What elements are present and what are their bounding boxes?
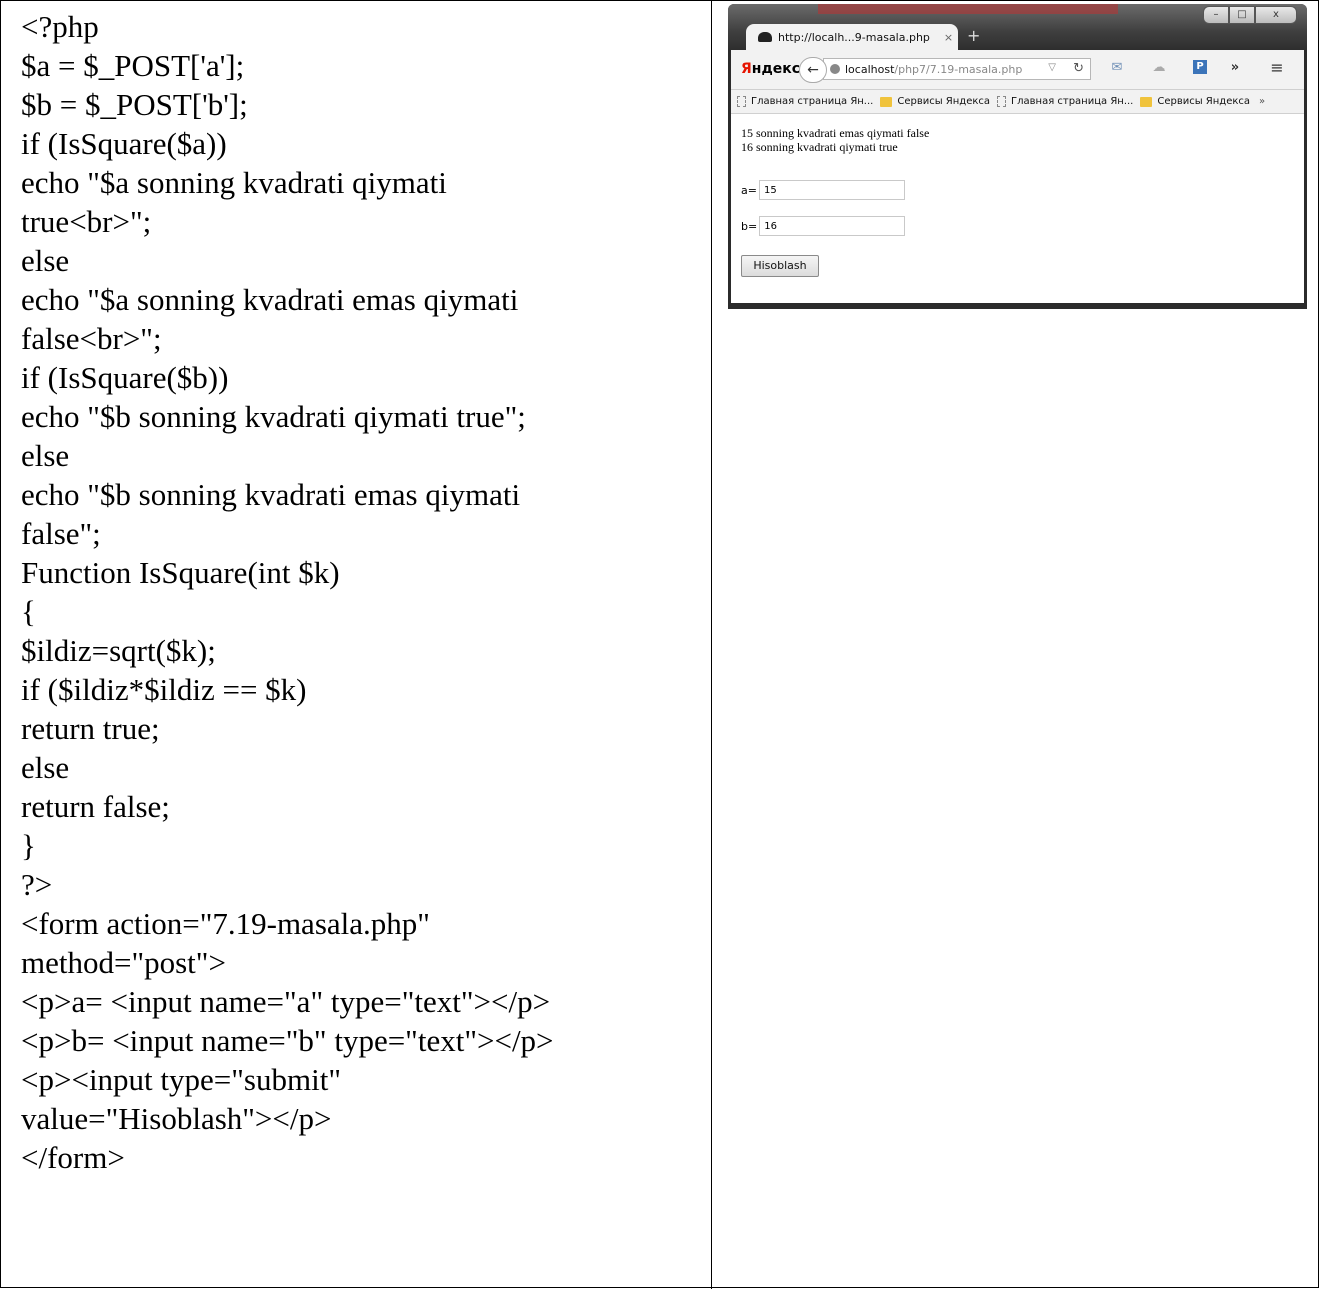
code-line: echo "$b sonning kvadrati qiymati true"; bbox=[21, 399, 526, 434]
tab-close-icon[interactable]: × bbox=[944, 31, 953, 44]
site-info-icon[interactable] bbox=[830, 64, 840, 74]
code-line: false"; bbox=[21, 516, 101, 551]
code-line: if ($ildiz*$ildiz == $k) bbox=[21, 672, 307, 707]
page-icon bbox=[997, 96, 1007, 107]
code-line: return false; bbox=[21, 789, 170, 824]
code-line: false<br>"; bbox=[21, 321, 162, 356]
input-b[interactable] bbox=[759, 216, 906, 236]
code-line: else bbox=[21, 750, 70, 785]
minimize-icon[interactable]: – bbox=[1203, 6, 1229, 24]
reload-icon[interactable]: ↻ bbox=[1073, 61, 1084, 76]
table-cell-divider bbox=[711, 1, 712, 1289]
document-table: <?php $a = $_POST['a']; $b = $_POST['b']… bbox=[0, 0, 1319, 1289]
code-line: echo "$a sonning kvadrati qiymati bbox=[21, 165, 447, 200]
address-bar[interactable]: localhost/php7/7.19-masala.php ▽ ↻ bbox=[823, 58, 1091, 80]
code-line: else bbox=[21, 438, 70, 473]
bookmark-item[interactable]: Сервисы Яндекса bbox=[880, 96, 990, 107]
new-tab-button[interactable]: + bbox=[967, 26, 980, 45]
weather-icon[interactable]: ☁ bbox=[1151, 60, 1167, 76]
code-line: </form> bbox=[21, 1140, 125, 1175]
code-line: method="post"> bbox=[21, 945, 226, 980]
code-line: $a = $_POST['a']; bbox=[21, 48, 245, 83]
browser-toolbar: Яндекс localhost/php7/7.19-masala.php ▽ … bbox=[731, 50, 1304, 90]
bookmarks-more-icon[interactable]: » bbox=[1259, 96, 1265, 107]
code-line: } bbox=[21, 828, 36, 863]
close-icon[interactable]: x bbox=[1255, 6, 1297, 24]
url-dropdown-icon[interactable]: ▽ bbox=[1048, 62, 1056, 73]
field-row-a: a= bbox=[741, 180, 905, 200]
menu-icon[interactable]: ≡ bbox=[1269, 60, 1285, 76]
code-line: if (IsSquare($b)) bbox=[21, 360, 229, 395]
input-a[interactable] bbox=[758, 180, 905, 200]
code-line: <?php bbox=[21, 9, 99, 44]
maximize-icon[interactable]: □ bbox=[1229, 6, 1255, 24]
code-line: { bbox=[21, 594, 36, 629]
bookmark-item[interactable]: Главная страница Ян... bbox=[737, 96, 873, 107]
code-line: true<br>"; bbox=[21, 204, 152, 239]
code-line: Function IsSquare(int $k) bbox=[21, 555, 340, 590]
code-line: $b = $_POST['b']; bbox=[21, 87, 248, 122]
code-line: echo "$a sonning kvadrati emas qiymati bbox=[21, 282, 519, 317]
code-line: value="Hisoblash"></p> bbox=[21, 1101, 332, 1136]
url-text: localhost/php7/7.19-masala.php bbox=[845, 62, 1023, 76]
tab-title: http://localh...9-masala.php bbox=[778, 30, 930, 44]
result-line: 15 sonning kvadrati emas qiymati false bbox=[741, 126, 930, 140]
code-line: <p>b= <input name="b" type="text"></p> bbox=[21, 1023, 554, 1058]
result-line: 16 sonning kvadrati qiymati true bbox=[741, 140, 898, 154]
bookmark-item[interactable]: Главная страница Ян... bbox=[997, 96, 1133, 107]
browser-window-screenshot: – □ x http://localh...9-masala.php × + Я… bbox=[728, 4, 1307, 309]
yandex-logo[interactable]: Яндекс bbox=[741, 61, 800, 77]
code-line: if (IsSquare($a)) bbox=[21, 126, 227, 161]
browser-titlebar: – □ x http://localh...9-masala.php × + bbox=[728, 4, 1307, 50]
label-b: b= bbox=[741, 219, 758, 233]
php-code-listing: <?php $a = $_POST['a']; $b = $_POST['b']… bbox=[21, 7, 701, 1177]
incognito-icon bbox=[758, 32, 772, 42]
code-line: return true; bbox=[21, 711, 160, 746]
page-icon bbox=[737, 96, 746, 107]
window-controls: – □ x bbox=[1203, 6, 1297, 24]
hisoblash-button[interactable]: Hisoblash bbox=[741, 255, 819, 277]
extension-icon[interactable]: P bbox=[1193, 60, 1207, 74]
field-row-b: b= bbox=[741, 216, 906, 236]
bookmarks-bar: Главная страница Ян... Сервисы Яндекса Г… bbox=[731, 90, 1304, 114]
code-line: <form action="7.19-masala.php" bbox=[21, 906, 430, 941]
code-line: else bbox=[21, 243, 70, 278]
label-a: a= bbox=[741, 183, 757, 197]
page-content: 15 sonning kvadrati emas qiymati false 1… bbox=[731, 114, 1304, 303]
code-line: <p><input type="submit" bbox=[21, 1062, 341, 1097]
browser-tab[interactable]: http://localh...9-masala.php × bbox=[746, 24, 958, 50]
code-line: <p>a= <input name="a" type="text"></p> bbox=[21, 984, 551, 1019]
overflow-chevron-icon[interactable]: » bbox=[1227, 60, 1243, 76]
back-button[interactable]: ← bbox=[799, 57, 827, 83]
code-line: echo "$b sonning kvadrati emas qiymati bbox=[21, 477, 521, 512]
folder-icon bbox=[1140, 96, 1153, 107]
folder-icon bbox=[880, 96, 893, 107]
bookmark-item[interactable]: Сервисы Яндекса bbox=[1140, 96, 1250, 107]
mail-icon[interactable]: ✉ bbox=[1109, 60, 1125, 76]
code-line: $ildiz=sqrt($k); bbox=[21, 633, 216, 668]
code-line: ?> bbox=[21, 867, 53, 902]
